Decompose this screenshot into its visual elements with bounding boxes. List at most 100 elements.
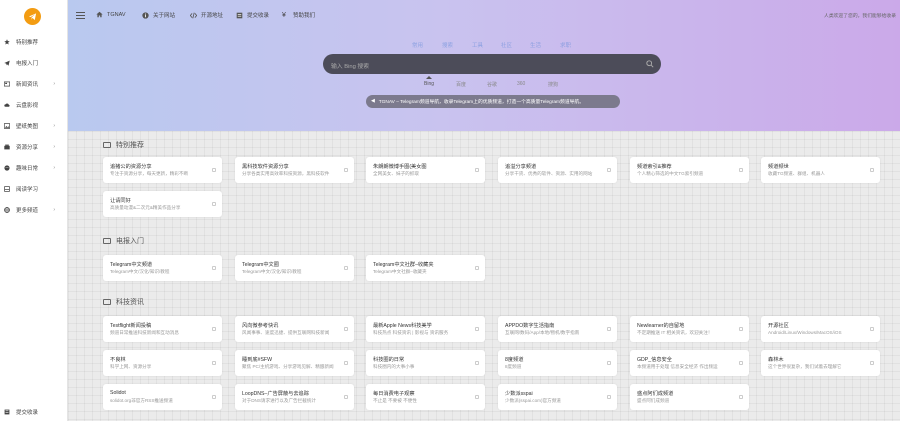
sidebar-item-more[interactable]: 更多频道 › xyxy=(0,203,68,217)
external-link-icon[interactable] xyxy=(344,361,348,365)
site-card[interactable]: 最新Apple News科技美学 科技热点 科技资讯 | 影视与 资讯服务 xyxy=(366,316,485,342)
site-card[interactable]: Telegram中文社群–收藏夹 Telegram中文社群–收藏夹 xyxy=(366,255,485,281)
search-segment[interactable]: 常用 xyxy=(412,41,423,49)
sidebar-item-news[interactable]: 新闻资讯 › xyxy=(0,77,68,91)
site-card-title: 追溢分享频道 xyxy=(505,164,537,170)
external-link-icon[interactable] xyxy=(607,361,611,365)
external-link-icon[interactable] xyxy=(870,327,874,331)
sidebar-item-cloud[interactable]: 云盘影视 xyxy=(0,98,68,112)
external-link-icon[interactable] xyxy=(475,395,479,399)
search-icon[interactable] xyxy=(646,60,654,68)
external-link-icon[interactable] xyxy=(212,395,216,399)
external-link-icon[interactable] xyxy=(344,327,348,331)
site-card[interactable]: 8度频道 8度频道 xyxy=(498,350,617,376)
external-link-icon[interactable] xyxy=(607,168,611,172)
section-title-tech: 科技资讯 xyxy=(103,297,144,307)
topnav-about[interactable]: 关于网站 xyxy=(142,11,175,19)
external-link-icon[interactable] xyxy=(212,202,216,206)
external-link-icon[interactable] xyxy=(607,395,611,399)
external-link-icon[interactable] xyxy=(212,266,216,270)
menu-toggle-icon[interactable] xyxy=(76,12,85,19)
external-link-icon[interactable] xyxy=(870,168,874,172)
sidebar-item-wallpaper[interactable]: 壁纸美图 › xyxy=(0,119,68,133)
section-title-featured: 特别推荐 xyxy=(103,140,144,150)
external-link-icon[interactable] xyxy=(475,266,479,270)
sidebar-item-intro[interactable]: 电报入门 xyxy=(0,56,68,70)
topnav-opensource[interactable]: 开源地址 xyxy=(190,11,223,19)
search-segment[interactable]: 社区 xyxy=(501,41,512,49)
sidebar-submit[interactable]: 提交收录 xyxy=(0,405,68,419)
external-link-icon[interactable] xyxy=(607,327,611,331)
external-link-icon[interactable] xyxy=(475,361,479,365)
site-card[interactable]: GDP_信息安全 本频道用于处理 信息安全经济 作出频运 xyxy=(630,350,749,376)
external-link-icon[interactable] xyxy=(739,395,743,399)
topnav-home[interactable]: TGNAV xyxy=(96,11,126,18)
site-card[interactable]: 盛点阿们成频道 盛点阿们成频道 xyxy=(630,384,749,410)
site-card[interactable]: 风向微参考快讯 风闻事事、速度迅捷、提供互联网科技新闻 xyxy=(235,316,354,342)
site-card-title: 最新Apple News科技美学 xyxy=(373,323,432,329)
engine-option-sogou[interactable]: 搜狗 xyxy=(548,81,558,88)
site-card[interactable]: 睡到底#SFW 聚焦 PC/主机游戏、分享游戏见解、精酿新闻 xyxy=(235,350,354,376)
site-card[interactable]: Newlearner的自留地 不定期推送 IT 相关资讯，欢迎关注！ xyxy=(630,316,749,342)
search-segment[interactable]: 求职 xyxy=(560,41,571,49)
engine-option-google[interactable]: 谷歌 xyxy=(487,81,497,88)
site-card[interactable]: 频道索引&推荐 个人精心筛选的中文TG索引频道 xyxy=(630,157,749,183)
site-card[interactable]: 不良林 科学上网、资源分享 xyxy=(103,350,222,376)
external-link-icon[interactable] xyxy=(739,327,743,331)
site-card[interactable]: 开源社区 Android/Linux/Windows/MacOS/iOS xyxy=(761,316,880,342)
search-segment[interactable]: 工具 xyxy=(472,41,483,49)
external-link-icon[interactable] xyxy=(344,168,348,172)
site-card[interactable]: 频道频世 收藏TG频道、群组、机器人 xyxy=(761,157,880,183)
external-link-icon[interactable] xyxy=(475,168,479,172)
image-icon xyxy=(4,123,10,129)
sidebar-item-resources[interactable]: 资源分享 › xyxy=(0,140,68,154)
site-card[interactable]: 追猪公的资源分享 专注于资源分享，每天更新，精彩不断 xyxy=(103,157,222,183)
topnav-donate[interactable]: ¥ 赞助我们 xyxy=(282,11,315,20)
site-card[interactable]: Telegram中文圈 Telegram中文/汉化/知识/教程 xyxy=(235,255,354,281)
site-card[interactable]: 黑科技软件资源分享 分享各类实用高效率科技资源，黑科技软件 xyxy=(235,157,354,183)
search-segment[interactable]: 生活 xyxy=(530,41,541,49)
external-link-icon[interactable] xyxy=(212,327,216,331)
site-card-desc: 科技热点 科技资讯 | 影视与 资讯服务 xyxy=(373,330,449,335)
external-link-icon[interactable] xyxy=(344,266,348,270)
site-card[interactable]: Telegram中文频道 Telegram中文/汉化/知识/教程 xyxy=(103,255,222,281)
site-card-desc: 聚焦 PC/主机游戏、分享游戏见解、精酿新闻 xyxy=(242,364,334,369)
engine-option-360[interactable]: 360 xyxy=(517,81,525,87)
site-card[interactable]: 每日消费电子观察 不止是 不要被 不便性 xyxy=(366,384,485,410)
external-link-icon[interactable] xyxy=(212,361,216,365)
sidebar-item-featured[interactable]: 特别推荐 xyxy=(0,35,68,49)
engine-option-baidu[interactable]: 百度 xyxy=(456,81,466,88)
external-link-icon[interactable] xyxy=(739,168,743,172)
external-link-icon[interactable] xyxy=(870,361,874,365)
topnav-submit[interactable]: 提交收录 xyxy=(236,11,269,19)
site-card[interactable]: 让请同好 高质量动漫&二次元&精美作品分享 xyxy=(103,191,222,217)
external-link-icon[interactable] xyxy=(344,395,348,399)
site-card[interactable]: 少数派sspai 少数派(sspai.com)官方频道 xyxy=(498,384,617,410)
site-card-title: 风向微参考快讯 xyxy=(242,323,279,329)
tv-icon xyxy=(103,142,111,148)
site-card[interactable]: Testflight新闻投稿 频道日常推送科技新闻和互动消息 xyxy=(103,316,222,342)
search-input[interactable]: 输入 Bing 搜索 xyxy=(323,54,661,74)
external-link-icon[interactable] xyxy=(475,327,479,331)
site-card[interactable]: 森林木 这个世界很复杂，我们试着去理解它 xyxy=(761,350,880,376)
tv-icon xyxy=(103,238,111,244)
star-icon xyxy=(4,39,10,45)
content-area: 特别推荐 电报入门 科技资讯 追猪公的资源分享 专注于资源分享，每天更新，精彩不断… xyxy=(68,131,900,421)
site-card[interactable]: LoopDNS–广告屏蔽与去追踪 对于DNS请求进行以及广告拦截统计 xyxy=(235,384,354,410)
external-link-icon[interactable] xyxy=(212,168,216,172)
section-title-text: 科技资讯 xyxy=(116,299,144,306)
site-card[interactable]: Solidot solidot.org非官方RSS推送频道 xyxy=(103,384,222,410)
site-card[interactable]: 朱朗朗微博手图(美女图 全网美女、妹子的抓取 xyxy=(366,157,485,183)
chevron-right-icon: › xyxy=(53,81,55,87)
sidebar-item-fun[interactable]: 趣味日常 › xyxy=(0,161,68,175)
sidebar-item-reading[interactable]: 阅读学习 xyxy=(0,182,68,196)
search-segment[interactable]: 搜索 xyxy=(442,41,453,49)
engine-option-bing[interactable]: Bing xyxy=(424,81,434,87)
external-link-icon[interactable] xyxy=(739,361,743,365)
site-card[interactable]: 科技圈的日常 科技圈内的大事小事 xyxy=(366,350,485,376)
site-card[interactable]: APPDO数字生活指南 互联网/数码/App/本地/物机/数字指南 xyxy=(498,316,617,342)
site-card[interactable]: 追溢分享频道 分享干货、优秀的软件、资源、实用的网站 xyxy=(498,157,617,183)
site-card-desc: 个人精心筛选的中文TG索引频道 xyxy=(637,171,704,176)
logo-icon[interactable] xyxy=(24,8,41,25)
site-card-desc: 收藏TG频道、群组、机器人 xyxy=(768,171,825,176)
